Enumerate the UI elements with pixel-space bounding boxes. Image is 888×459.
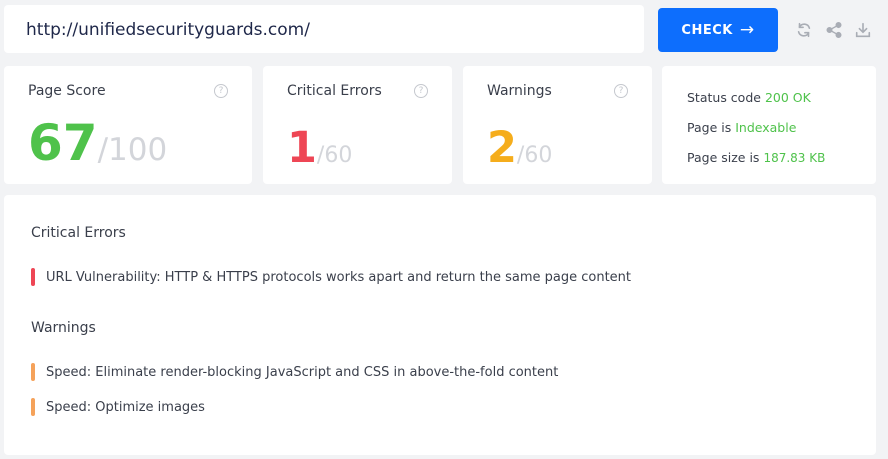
help-icon[interactable]: ?: [614, 84, 628, 98]
list-item[interactable]: Speed: Optimize images: [31, 398, 205, 416]
issue-text: Speed: Optimize images: [46, 399, 205, 415]
issues-panel: Critical Errors URL Vulnerability: HTTP …: [4, 195, 876, 455]
page-score-max: /100: [97, 132, 168, 168]
critical-errors-section-title: Critical Errors: [31, 225, 126, 241]
warning-indicator: [31, 363, 35, 381]
check-button-label: CHECK: [681, 22, 733, 38]
critical-errors-title: Critical Errors: [287, 83, 382, 99]
share-icon[interactable]: [824, 20, 844, 40]
warnings-title: Warnings: [487, 83, 552, 99]
critical-errors-card: Critical Errors ? 1/60: [263, 66, 452, 184]
list-item[interactable]: Speed: Eliminate render-blocking JavaScr…: [31, 363, 558, 381]
page-score-number: 67: [28, 114, 98, 172]
page-score-title: Page Score: [28, 83, 106, 99]
arrow-right-icon: →: [739, 19, 755, 40]
issue-text: URL Vulnerability: HTTP & HTTPS protocol…: [46, 269, 631, 285]
warnings-value: 2/60: [487, 127, 552, 170]
download-icon[interactable]: [853, 20, 873, 40]
url-input[interactable]: http://unifiedsecurityguards.com/: [4, 5, 644, 53]
critical-indicator: [31, 268, 35, 286]
url-text[interactable]: http://unifiedsecurityguards.com/: [26, 20, 310, 40]
indexable-row: Page is Indexable: [687, 120, 796, 135]
refresh-icon[interactable]: [794, 20, 814, 40]
page-is-value: Indexable: [735, 120, 797, 135]
status-code-row: Status code 200 OK: [687, 90, 811, 105]
list-item[interactable]: URL Vulnerability: HTTP & HTTPS protocol…: [31, 268, 631, 286]
critical-errors-number: 1: [287, 123, 317, 173]
page-size-row: Page size is 187.83 KB: [687, 150, 825, 165]
help-icon[interactable]: ?: [414, 84, 428, 98]
warnings-number: 2: [487, 123, 517, 173]
check-button[interactable]: CHECK →: [658, 8, 778, 52]
help-icon[interactable]: ?: [214, 84, 228, 98]
critical-errors-max: /60: [316, 143, 353, 168]
page-size-value: 187.83 KB: [763, 151, 826, 165]
page-is-label: Page is: [687, 120, 732, 135]
warning-indicator: [31, 398, 35, 416]
critical-errors-value: 1/60: [287, 127, 352, 170]
page-size-label: Page size is: [687, 150, 760, 165]
status-code-value: 200 OK: [764, 90, 811, 105]
status-card: Status code 200 OK Page is Indexable Page …: [662, 66, 876, 184]
warnings-max: /60: [516, 143, 553, 168]
status-code-label: Status code: [687, 90, 761, 105]
warnings-section-title: Warnings: [31, 320, 96, 336]
issue-text: Speed: Eliminate render-blocking JavaScr…: [46, 364, 559, 380]
page-score-card: Page Score ? 67/100: [4, 66, 252, 184]
page-score-value: 67/100: [28, 118, 167, 168]
warnings-card: Warnings ? 2/60: [463, 66, 652, 184]
